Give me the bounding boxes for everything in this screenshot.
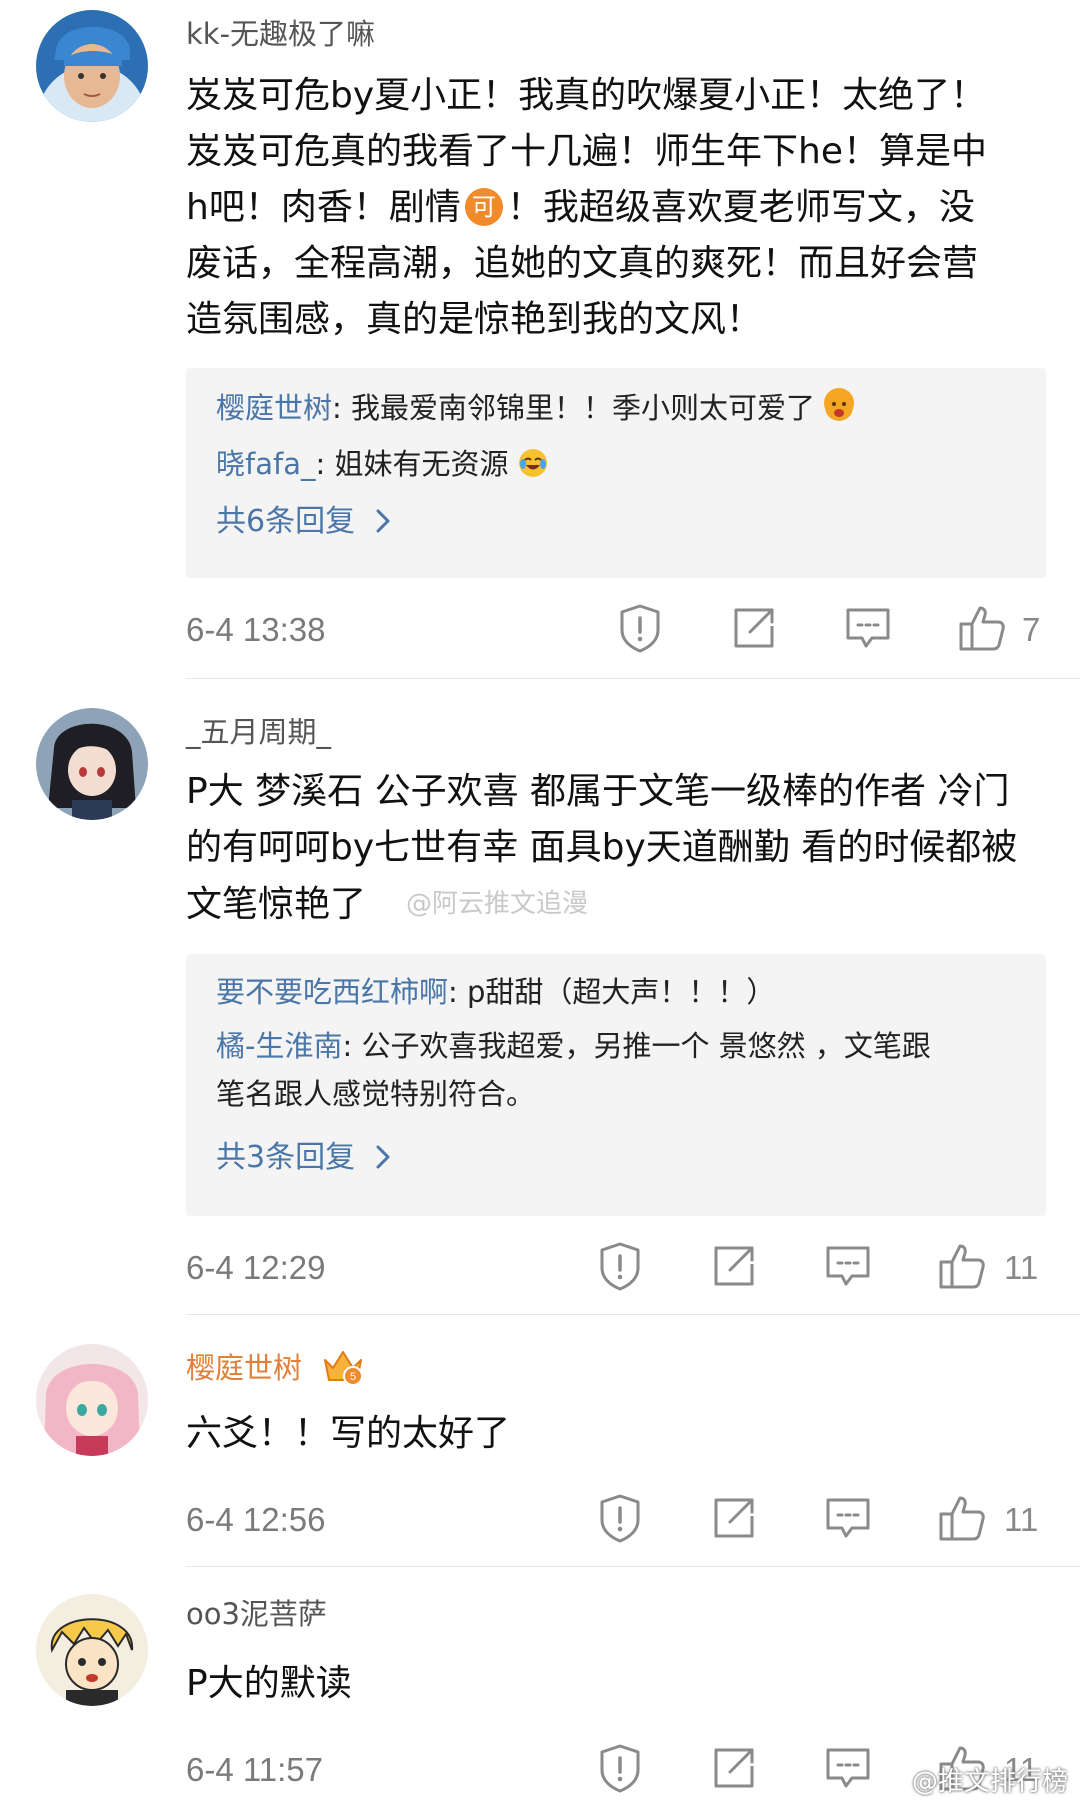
chevron-right-icon <box>373 506 393 536</box>
username-label: 樱庭世树 <box>186 1351 303 1385</box>
more-replies-link[interactable]: 共3条回复 <box>216 1138 393 1178</box>
vip-crown-icon: 5 <box>321 1346 365 1394</box>
reply-text: 笔名跟人感觉特别符合。 <box>216 1077 536 1111</box>
comment-line: P大的默读 <box>186 1663 352 1704</box>
laugh-cry-emoji-icon <box>518 444 548 477</box>
surprised-emoji-icon <box>824 388 855 421</box>
comment-text: P大的默读 <box>186 1656 1046 1712</box>
comment-line-part: h吧！肉香！剧情 <box>186 187 461 228</box>
like-icon[interactable] <box>954 600 1010 656</box>
more-replies-label: 共3条回复 <box>216 1140 356 1175</box>
comment-line: 岌岌可危真的我看了十几遍！师生年下he！算是中 <box>186 131 987 172</box>
reply-text: : 我最爱南邻锦里！！季小则太可爱了 <box>332 391 816 425</box>
reply-box[interactable]: 樱庭世树: 我最爱南邻锦里！！季小则太可爱了 晓fafa_: 姐妹有无资源 共6… <box>186 368 1046 578</box>
watermark: @推文排行榜 <box>911 1767 1068 1797</box>
avatar[interactable] <box>36 1594 148 1706</box>
comment-footer: 6-4 12:29 11 <box>0 1238 1080 1298</box>
divider <box>186 1314 1080 1315</box>
reply-item[interactable]: 樱庭世树: 我最爱南邻锦里！！季小则太可爱了 <box>216 384 1016 432</box>
like-count: 11 <box>1004 1501 1039 1538</box>
share-icon[interactable] <box>726 600 782 656</box>
divider <box>186 1566 1080 1567</box>
reply-author[interactable]: 晓fafa_ <box>216 447 315 481</box>
more-replies-label: 共6条回复 <box>216 504 356 539</box>
username[interactable]: 樱庭世树 5 <box>186 1346 365 1394</box>
comment-line-with-watermark: 文笔惊艳了 @阿云推文追漫 <box>186 876 1046 933</box>
comment-line-part: 文笔惊艳了 <box>186 884 367 925</box>
comment-icon[interactable] <box>820 1490 876 1546</box>
comment-text: 岌岌可危by夏小正！我真的吹爆夏小正！太绝了！ 岌岌可危真的我看了十几遍！师生年… <box>186 68 1046 348</box>
comment-item: kk-无趣极了嘛 岌岌可危by夏小正！我真的吹爆夏小正！太绝了！ 岌岌可危真的我… <box>0 0 1080 680</box>
ke-badge-icon: 可 <box>464 188 503 226</box>
like-icon[interactable] <box>934 1490 990 1546</box>
share-icon[interactable] <box>706 1238 762 1294</box>
comment-line-with-badge: h吧！肉香！剧情可！我超级喜欢夏老师写文，没 <box>186 180 1046 236</box>
comment-line: 六爻！！写的太好了 <box>186 1413 511 1454</box>
username[interactable]: _五月周期_ <box>186 714 331 750</box>
reply-item[interactable]: 晓fafa_: 姐妹有无资源 <box>216 440 1016 488</box>
comment-line: P大 梦溪石 公子欢喜 都属于文笔一级棒的作者 冷门 <box>186 771 1010 812</box>
share-icon[interactable] <box>706 1490 762 1546</box>
comment-line: 造氛围感，真的是惊艳到我的文风！ <box>186 299 763 340</box>
like-count: 11 <box>1004 1249 1039 1286</box>
comment-footer: 6-4 13:38 7 <box>0 600 1080 660</box>
avatar[interactable] <box>36 708 148 820</box>
report-icon[interactable] <box>592 1238 648 1294</box>
reply-box[interactable]: 要不要吃西红柿啊: p甜甜（超大声！！！） 橘-生淮南: 公子欢喜我超爱，另推一… <box>186 954 1046 1216</box>
report-icon[interactable] <box>612 600 668 656</box>
share-icon[interactable] <box>706 1740 762 1796</box>
timestamp: 6-4 11:57 <box>186 1751 323 1788</box>
comment-item: _五月周期_ P大 梦溪石 公子欢喜 都属于文笔一级棒的作者 冷门 的有呵呵by… <box>0 690 1080 1320</box>
reply-item[interactable]: 要不要吃西红柿啊: p甜甜（超大声！！！） <box>216 968 1016 1016</box>
divider <box>186 678 1080 679</box>
timestamp: 6-4 13:38 <box>186 611 326 648</box>
comment-line: 废话，全程高潮，追她的文真的爽死！而且好会营 <box>186 243 979 284</box>
more-replies-link[interactable]: 共6条回复 <box>216 502 393 542</box>
avatar[interactable] <box>36 10 148 122</box>
report-icon[interactable] <box>592 1740 648 1796</box>
comment-footer: 6-4 12:56 11 <box>0 1490 1080 1550</box>
reply-author[interactable]: 橘-生淮南 <box>216 1029 342 1063</box>
comment-line-part: ！我超级喜欢夏老师写文，没 <box>506 187 975 228</box>
comment-icon[interactable] <box>820 1740 876 1796</box>
watermark: @阿云推文追漫 <box>406 889 589 919</box>
comment-icon[interactable] <box>820 1238 876 1294</box>
reply-author[interactable]: 要不要吃西红柿啊 <box>216 975 448 1009</box>
timestamp: 6-4 12:56 <box>186 1501 326 1538</box>
comment-item: 樱庭世树 5 六爻！！写的太好了 6-4 12:56 11 <box>0 1320 1080 1570</box>
comment-line: 的有呵呵by七世有幸 面具by天道酬勤 看的时候都被 <box>186 827 1018 868</box>
like-icon[interactable] <box>934 1238 990 1294</box>
reply-text: : 公子欢喜我超爱，另推一个 景悠然 ，文笔跟 <box>342 1029 931 1063</box>
chevron-right-icon <box>373 1142 393 1172</box>
timestamp: 6-4 12:29 <box>186 1249 326 1286</box>
username[interactable]: oo3泥菩萨 <box>186 1596 327 1632</box>
like-count: 7 <box>1022 611 1041 648</box>
reply-item[interactable]: 橘-生淮南: 公子欢喜我超爱，另推一个 景悠然 ，文笔跟 笔名跟人感觉特别符合。 <box>216 1022 1016 1118</box>
comment-text: P大 梦溪石 公子欢喜 都属于文笔一级棒的作者 冷门 的有呵呵by七世有幸 面具… <box>186 764 1046 933</box>
reply-author[interactable]: 樱庭世树 <box>216 391 332 425</box>
avatar[interactable] <box>36 1344 148 1456</box>
svg-text:5: 5 <box>350 1371 356 1383</box>
comment-text: 六爻！！写的太好了 <box>186 1406 1046 1462</box>
username[interactable]: kk-无趣极了嘛 <box>186 16 375 52</box>
reply-text: : p甜甜（超大声！！！） <box>448 975 776 1009</box>
comment-icon[interactable] <box>840 600 896 656</box>
report-icon[interactable] <box>592 1490 648 1546</box>
reply-text: : 姐妹有无资源 <box>315 447 509 481</box>
comment-line: 岌岌可危by夏小正！我真的吹爆夏小正！太绝了！ <box>186 75 987 116</box>
